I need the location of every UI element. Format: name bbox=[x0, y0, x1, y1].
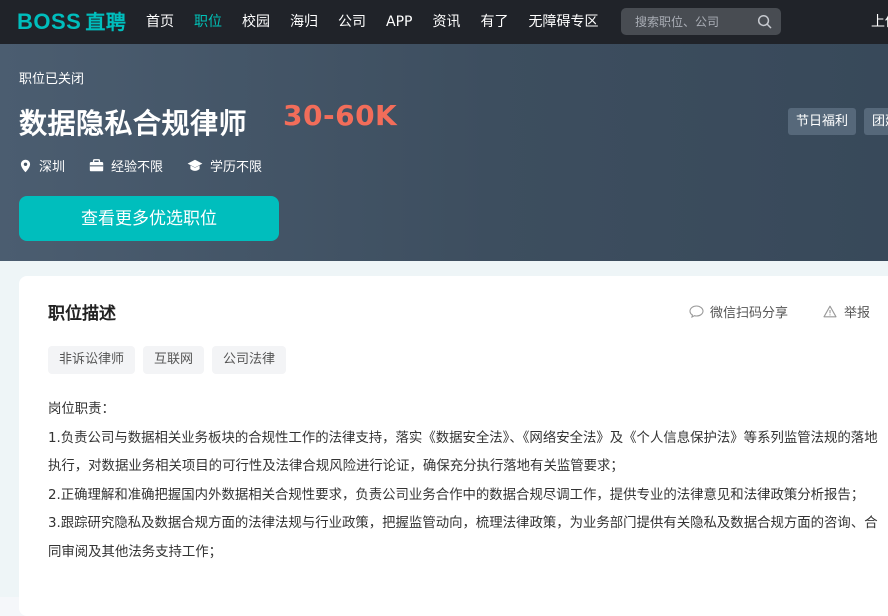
job-title: 数据隐私合规律师 bbox=[19, 107, 248, 140]
meta-location: 深圳 bbox=[19, 156, 65, 175]
job-education: 学历不限 bbox=[210, 160, 263, 175]
job-status: 职位已关闭 bbox=[19, 72, 85, 87]
chat-bubble-icon bbox=[689, 305, 704, 318]
job-description-card: 职位描述 微信扫码分享 举报 非诉讼律师 互联网 公司法律 岗位职责： 1.负责… bbox=[19, 276, 888, 616]
search-input[interactable] bbox=[633, 13, 751, 30]
share-label: 微信扫码分享 bbox=[710, 306, 789, 321]
skill-tag: 非诉讼律师 bbox=[48, 346, 136, 374]
report-button[interactable]: 举报 bbox=[823, 302, 870, 321]
benefit-tags: 节日福利 团建聚餐 bbox=[788, 108, 888, 135]
nav-item-company[interactable]: 公司 bbox=[338, 0, 366, 44]
upload-resume-link[interactable]: 上传 bbox=[871, 0, 888, 44]
graduation-cap-icon bbox=[187, 159, 203, 171]
main-nav: 首页 职位 校园 海归 公司 APP 资讯 有了 无障碍专区 bbox=[146, 0, 618, 44]
meta-experience: 经验不限 bbox=[89, 156, 163, 175]
nav-item-overseas[interactable]: 海归 bbox=[290, 0, 318, 44]
nav-item-youle[interactable]: 有了 bbox=[480, 0, 508, 44]
wechat-share-button[interactable]: 微信扫码分享 bbox=[689, 302, 788, 321]
job-meta: 深圳 经验不限 学历不限 bbox=[19, 156, 286, 175]
job-banner: 职位已关闭 数据隐私合规律师 30-60K 节日福利 团建聚餐 深圳 经验不限 bbox=[0, 44, 888, 261]
location-pin-icon bbox=[20, 159, 31, 172]
section-title: 职位描述 bbox=[48, 304, 116, 324]
search-icon[interactable] bbox=[757, 14, 772, 29]
description-line: 1.负责公司与数据相关业务板块的合规性工作的法律支持，落实《数据安全法》、《网络… bbox=[48, 430, 878, 475]
benefit-tag: 团建聚餐 bbox=[864, 108, 888, 135]
description-line: 岗位职责： bbox=[48, 402, 115, 417]
search-box bbox=[621, 8, 781, 35]
skill-tag: 互联网 bbox=[143, 346, 205, 374]
nav-item-news[interactable]: 资讯 bbox=[432, 0, 460, 44]
boss-logo[interactable]: BOSS 直聘 bbox=[17, 8, 126, 36]
view-more-jobs-button[interactable]: 查看更多优选职位 bbox=[19, 196, 279, 241]
nav-item-app[interactable]: APP bbox=[386, 0, 412, 44]
job-description-text: 岗位职责： 1.负责公司与数据相关业务板块的合规性工作的法律支持，落实《数据安全… bbox=[48, 396, 878, 567]
logo-text-cn: 直聘 bbox=[85, 10, 127, 34]
report-label: 举报 bbox=[844, 306, 871, 321]
top-navigation-bar: BOSS直聘 首页 职位 校园 海归 公司 APP 资讯 有了 无障碍专区 上传 bbox=[0, 0, 888, 44]
nav-item-campus[interactable]: 校园 bbox=[242, 0, 270, 44]
description-line: 2.正确理解和准确把握国内外数据相关合规性要求，负责公司业务合作中的数据合规尽调… bbox=[48, 487, 865, 503]
benefit-tag: 节日福利 bbox=[788, 108, 857, 135]
nav-item-home[interactable]: 首页 bbox=[146, 0, 174, 44]
skill-tag: 公司法律 bbox=[212, 346, 287, 374]
nav-item-jobs[interactable]: 职位 bbox=[194, 0, 222, 44]
meta-education: 学历不限 bbox=[187, 156, 262, 175]
job-experience: 经验不限 bbox=[111, 160, 164, 175]
description-line: 3.跟踪研究隐私及数据合规方面的法律法规与行业政策，把握监管动向，梳理法律政策，… bbox=[48, 516, 878, 560]
skill-tags: 非诉讼律师 互联网 公司法律 bbox=[48, 346, 294, 374]
logo-text-en: BOSS bbox=[17, 9, 82, 34]
warning-icon bbox=[823, 305, 837, 318]
job-city: 深圳 bbox=[39, 160, 66, 175]
nav-item-accessibility[interactable]: 无障碍专区 bbox=[528, 0, 598, 44]
briefcase-icon bbox=[89, 159, 104, 172]
job-salary: 30-60K bbox=[283, 99, 398, 132]
